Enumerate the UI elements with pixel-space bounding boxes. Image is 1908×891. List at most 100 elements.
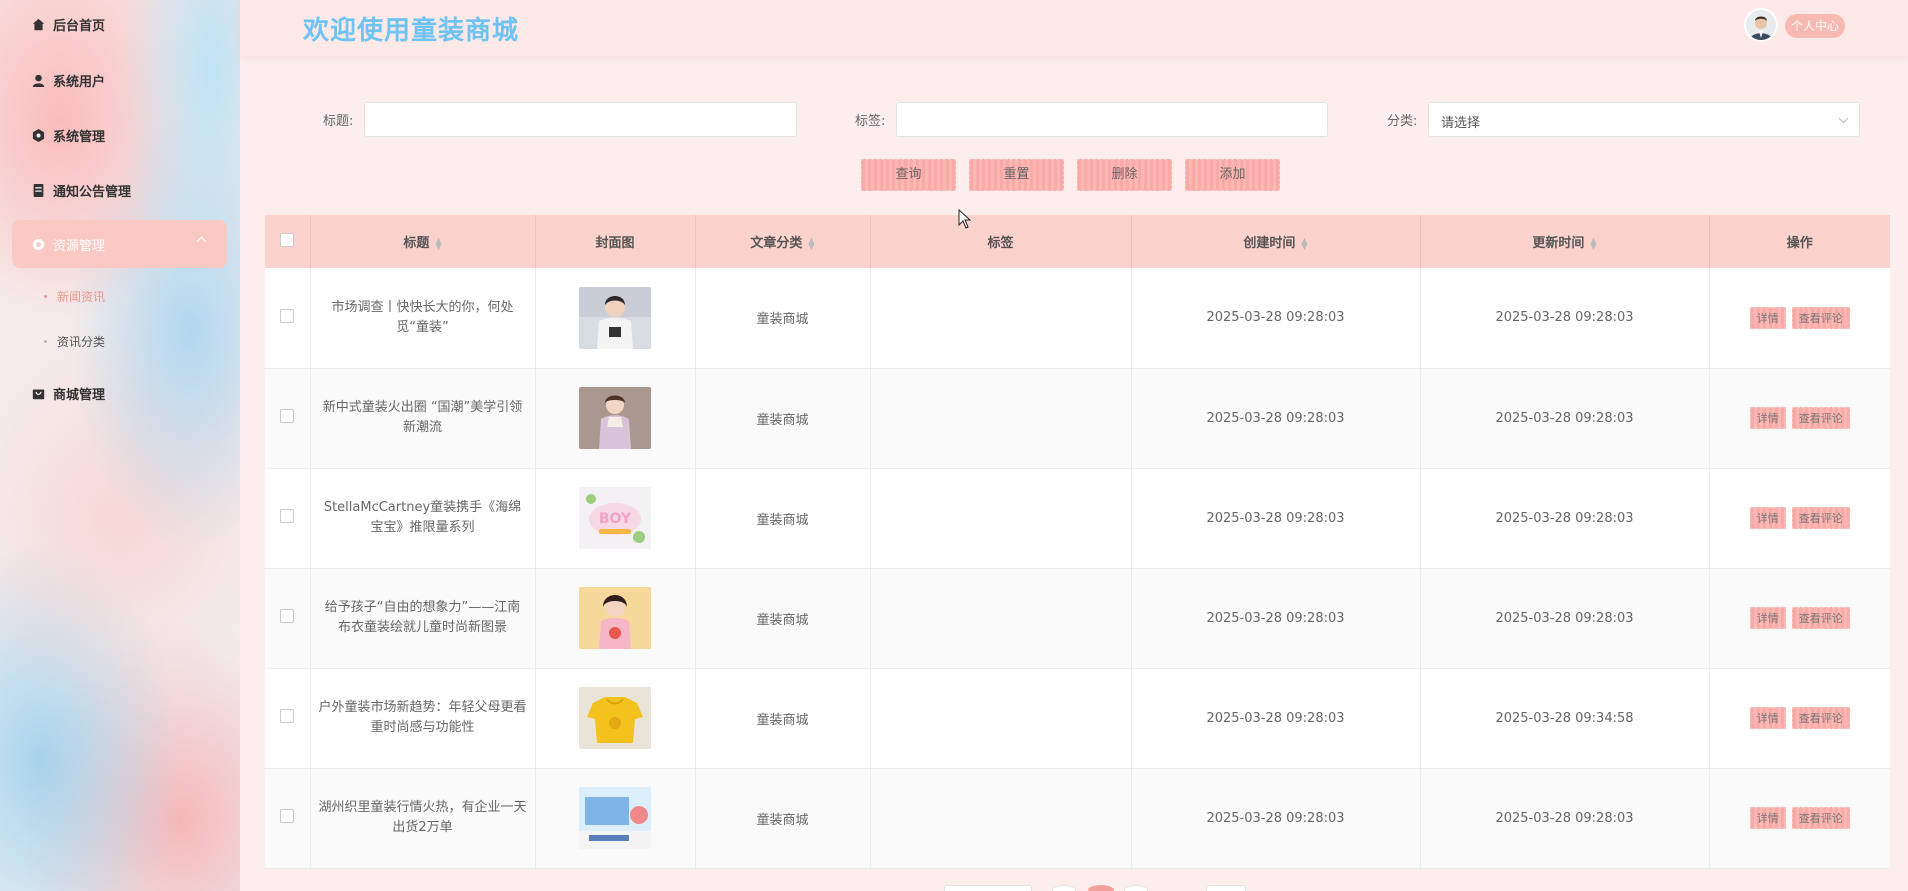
row-checkbox[interactable] <box>280 308 295 323</box>
sidebar-item-resources[interactable]: 资源管理 <box>12 220 227 268</box>
row-cover-cell <box>535 368 696 469</box>
sidebar-item-label: 系统管理 <box>53 129 106 145</box>
query-button[interactable]: 查询 <box>861 159 956 191</box>
row-created: 2025-03-28 09:28:03 <box>1131 468 1421 569</box>
add-button[interactable]: 添加 <box>1185 159 1280 191</box>
avatar[interactable] <box>1744 8 1778 42</box>
row-actions: 详情 查看评论 <box>1709 468 1890 569</box>
row-checkbox[interactable] <box>280 409 295 423</box>
cover-image[interactable] <box>579 787 651 849</box>
column-header-label: 标签 <box>987 236 1014 251</box>
page-next-button[interactable] <box>1124 885 1148 891</box>
home-icon <box>32 18 45 30</box>
reset-button[interactable]: 重置 <box>969 159 1064 191</box>
row-category: 童装商城 <box>695 568 871 669</box>
title-filter-input[interactable] <box>364 102 797 137</box>
view-comments-button[interactable]: 查看评论 <box>1791 807 1850 829</box>
table-row: StellaMcCartney童装携手《海绵宝宝》推限量系列 BOY 童装商城 … <box>265 468 1890 569</box>
column-header-created[interactable]: 创建时间 ▲ ▼ <box>1131 215 1421 268</box>
row-select-cell <box>265 568 311 669</box>
svg-text:BOY: BOY <box>599 511 632 527</box>
row-created: 2025-03-28 09:28:03 <box>1131 568 1421 669</box>
view-comments-button[interactable]: 查看评论 <box>1791 306 1850 329</box>
row-cover-cell: BOY <box>535 468 696 569</box>
column-header-label: 更新时间 <box>1532 236 1585 251</box>
bullet-icon <box>44 340 47 343</box>
row-category: 童装商城 <box>695 268 871 369</box>
sort-icon[interactable]: ▲ ▼ <box>1590 236 1596 250</box>
sort-icon[interactable]: ▲ ▼ <box>1301 236 1307 250</box>
sidebar-item-notice[interactable]: 通知公告管理 <box>12 166 227 214</box>
sort-icon[interactable]: ▲ ▼ <box>435 236 441 250</box>
row-checkbox[interactable] <box>280 609 295 623</box>
row-select-cell <box>265 768 311 869</box>
category-select[interactable]: 请选择 <box>1428 102 1860 137</box>
user-icon <box>32 74 45 87</box>
column-header-tag: 标签 <box>870 215 1132 268</box>
column-header-title[interactable]: 标题 ▲ ▼ <box>310 215 536 268</box>
row-select-cell <box>265 268 311 369</box>
column-header-category[interactable]: 文章分类 ▲ ▼ <box>695 215 871 268</box>
cover-image[interactable]: BOY <box>579 487 651 549</box>
column-header-label: 标题 <box>403 236 430 251</box>
row-checkbox[interactable] <box>280 509 295 523</box>
cover-image[interactable] <box>579 387 651 449</box>
document-icon <box>33 183 44 197</box>
sidebar-item-label: 商城管理 <box>53 387 106 403</box>
tag-filter-input[interactable] <box>896 102 1328 137</box>
row-select-cell <box>265 368 311 469</box>
view-comments-button[interactable]: 查看评论 <box>1791 407 1850 429</box>
row-title: 新中式童装火出圈 “国潮”美学引领新潮流 <box>310 368 536 469</box>
page-jump-input[interactable] <box>1206 885 1246 891</box>
row-created: 2025-03-28 09:28:03 <box>1131 368 1421 469</box>
column-header-cover: 封面图 <box>535 215 696 268</box>
detail-button[interactable]: 详情 <box>1749 807 1786 829</box>
detail-button[interactable]: 详情 <box>1749 707 1786 729</box>
row-checkbox[interactable] <box>280 809 295 823</box>
sidebar-item-system[interactable]: 系统管理 <box>12 111 227 159</box>
category-select-value: 请选择 <box>1441 116 1481 131</box>
delete-button[interactable]: 删除 <box>1077 159 1172 191</box>
row-category: 童装商城 <box>695 768 871 869</box>
detail-button[interactable]: 详情 <box>1749 507 1786 529</box>
sidebar-item-shop[interactable]: 商城管理 <box>12 369 227 417</box>
sidebar-item-users[interactable]: 系统用户 <box>12 56 227 104</box>
sidebar-item-label: 资源管理 <box>53 238 106 254</box>
row-title: 市场调查丨快快长大的你，何处觅“童装” <box>310 268 536 369</box>
page-size-select[interactable] <box>944 885 1032 891</box>
cover-image[interactable] <box>579 587 651 649</box>
column-header-label: 创建时间 <box>1243 236 1296 251</box>
view-comments-button[interactable]: 查看评论 <box>1791 707 1850 729</box>
row-tag <box>870 468 1132 569</box>
bullet-icon <box>44 295 47 298</box>
view-comments-button[interactable]: 查看评论 <box>1791 507 1850 529</box>
sidebar-item-home[interactable]: 后台首页 <box>12 0 227 48</box>
sidebar-subitem-news[interactable]: 新闻资讯 <box>44 288 105 305</box>
column-header-label: 文章分类 <box>750 236 803 251</box>
sidebar-subitem-news-category[interactable]: 资讯分类 <box>44 333 105 350</box>
sort-icon[interactable]: ▲ ▼ <box>808 236 814 250</box>
view-comments-button[interactable]: 查看评论 <box>1791 607 1850 629</box>
detail-button[interactable]: 详情 <box>1749 407 1786 429</box>
page-title: 欢迎使用童装商城 <box>303 16 520 46</box>
row-updated: 2025-03-28 09:34:58 <box>1420 668 1710 769</box>
row-title: 户外童装市场新趋势：年轻父母更看重时尚感与功能性 <box>310 668 536 769</box>
row-updated: 2025-03-28 09:28:03 <box>1420 768 1710 869</box>
avatar-image <box>1746 10 1776 40</box>
row-checkbox[interactable] <box>280 709 295 723</box>
select-all-checkbox[interactable] <box>280 232 295 247</box>
sidebar-item-label: 后台首页 <box>53 18 106 34</box>
detail-button[interactable]: 详情 <box>1749 306 1786 329</box>
profile-button[interactable]: 个人中心 <box>1785 14 1846 38</box>
header: 欢迎使用童装商城 个人中心 <box>240 0 1908 56</box>
column-header-updated[interactable]: 更新时间 ▲ ▼ <box>1420 215 1710 268</box>
detail-button[interactable]: 详情 <box>1749 607 1786 629</box>
cover-image[interactable] <box>579 286 651 349</box>
table-row: 户外童装市场新趋势：年轻父母更看重时尚感与功能性 童装商城 2025-03-28… <box>265 668 1890 769</box>
chevron-down-icon <box>1838 113 1849 124</box>
page-current[interactable] <box>1088 885 1114 891</box>
page-prev-button[interactable] <box>1052 885 1076 891</box>
column-header-label: 封面图 <box>595 236 635 251</box>
row-tag <box>870 368 1132 469</box>
cover-image[interactable] <box>579 687 651 749</box>
